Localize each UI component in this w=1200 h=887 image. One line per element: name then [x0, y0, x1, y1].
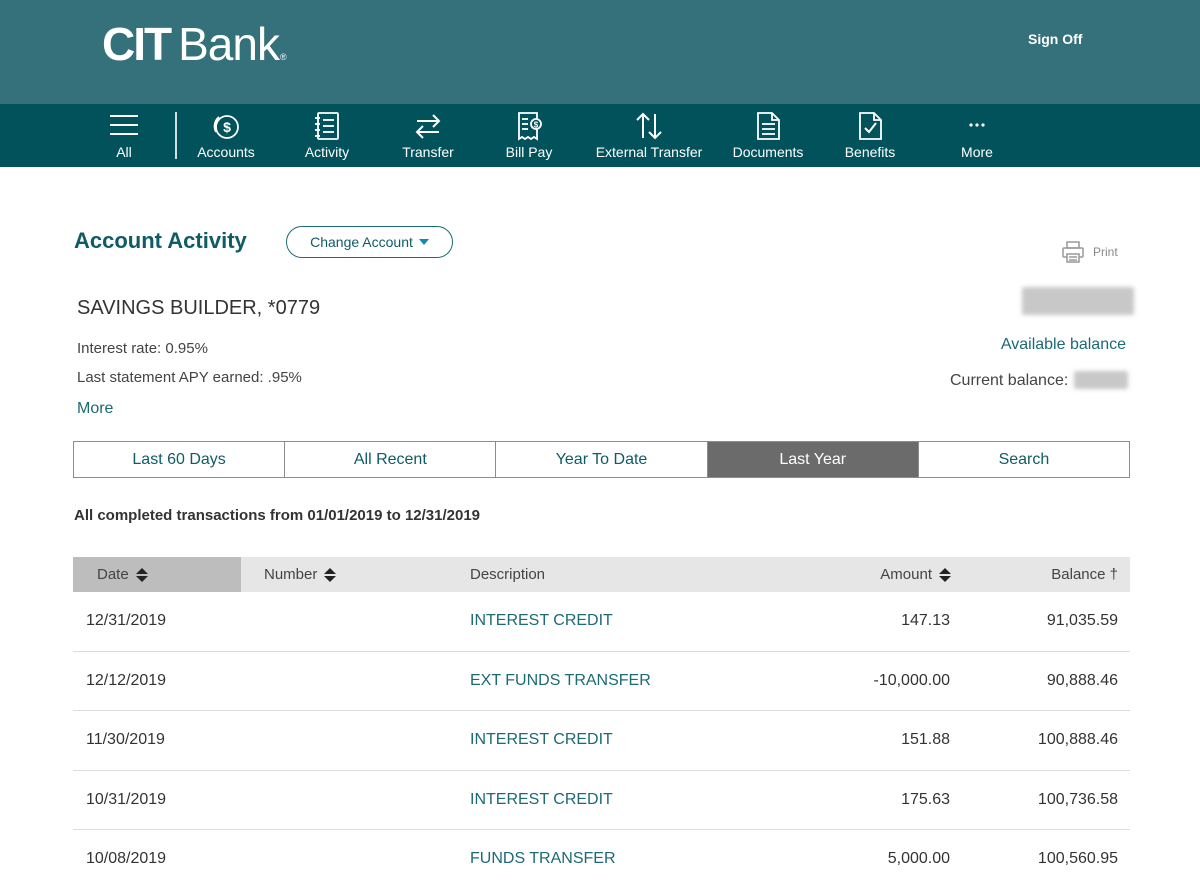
column-header-amount-label: Amount — [880, 566, 932, 583]
up-down-arrows-icon — [636, 112, 662, 140]
column-header-amount[interactable]: Amount — [833, 557, 951, 592]
nav-item-more[interactable]: More — [950, 104, 1004, 167]
table-row: 10/31/2019 INTEREST CREDIT 175.63 100,73… — [73, 771, 1130, 830]
cell-date: 12/12/2019 — [86, 671, 167, 689]
document-icon — [757, 112, 780, 140]
print-button[interactable]: Print — [1061, 240, 1118, 264]
tab-year-to-date[interactable]: Year To Date — [496, 442, 708, 477]
cell-amount: 5,000.00 — [887, 850, 950, 867]
change-account-label: Change Account — [310, 234, 413, 250]
nav-label-benefits: Benefits — [844, 144, 896, 160]
date-filter-tabs: Last 60 Days All Recent Year To Date Las… — [73, 441, 1130, 478]
dollar-coin-icon: $ — [213, 115, 239, 139]
sort-icon — [135, 567, 148, 582]
cell-amount: -10,000.00 — [873, 671, 950, 689]
current-balance-redacted — [1074, 371, 1128, 389]
nav-item-bill-pay[interactable]: $ Bill Pay — [500, 104, 558, 167]
cell-date: 11/30/2019 — [86, 731, 165, 748]
menu-icon — [110, 115, 138, 135]
sort-icon — [324, 567, 337, 582]
column-header-balance: Balance † — [973, 557, 1118, 592]
change-account-button[interactable]: Change Account — [286, 226, 453, 258]
table-row: 10/08/2019 FUNDS TRANSFER 5,000.00 100,5… — [73, 830, 1130, 887]
tab-last-year[interactable]: Last Year — [707, 442, 919, 477]
cit-bank-logo[interactable]: CIT Bank ® — [102, 18, 287, 70]
svg-text:$: $ — [223, 119, 231, 135]
nav-label-documents: Documents — [732, 144, 804, 160]
cell-balance: 100,560.95 — [1037, 850, 1118, 867]
transaction-range-text: All completed transactions from 01/01/20… — [74, 507, 481, 524]
transactions-table: Date Number Description Amount Balance †… — [73, 557, 1130, 887]
nav-label-activity: Activity — [304, 144, 350, 160]
svg-text:$: $ — [534, 121, 539, 130]
checked-document-icon — [859, 112, 882, 140]
nav-divider — [175, 112, 177, 159]
column-header-description-label: Description — [470, 566, 546, 583]
nav-label-bill-pay: Bill Pay — [505, 144, 553, 160]
cell-description[interactable]: INTEREST CREDIT — [470, 592, 613, 650]
table-row: 12/31/2019 INTEREST CREDIT 147.13 91,035… — [73, 592, 1130, 652]
nav-label-external-transfer: External Transfer — [595, 144, 703, 160]
cell-balance: 100,888.46 — [1037, 731, 1118, 748]
sign-off-link[interactable]: Sign Off — [1028, 31, 1082, 47]
cell-description[interactable]: EXT FUNDS TRANSFER — [470, 652, 651, 710]
ellipsis-icon — [969, 123, 985, 127]
nav-label-all: All — [116, 144, 132, 160]
notebook-icon — [315, 112, 339, 140]
account-name: SAVINGS BUILDER, *0779 — [77, 297, 321, 319]
nav-label-more: More — [961, 144, 993, 160]
cell-date: 12/31/2019 — [86, 612, 167, 629]
interest-rate: Interest rate: 0.95% — [77, 340, 208, 357]
available-balance-redacted — [1022, 287, 1134, 315]
column-header-date[interactable]: Date — [73, 557, 241, 592]
logo-cit-text: CIT — [102, 18, 172, 70]
nav-item-external-transfer[interactable]: External Transfer — [590, 104, 708, 167]
logo-bank-text: Bank — [178, 18, 280, 70]
cell-description[interactable]: FUNDS TRANSFER — [470, 830, 616, 887]
cell-description[interactable]: INTEREST CREDIT — [470, 711, 613, 769]
cell-amount: 147.13 — [901, 612, 950, 629]
cell-amount: 175.63 — [901, 790, 950, 808]
cell-date: 10/08/2019 — [86, 850, 167, 867]
nav-label-accounts: Accounts — [197, 144, 255, 160]
print-label: Print — [1093, 245, 1118, 259]
page-title: Account Activity — [74, 228, 247, 253]
caret-down-icon — [418, 239, 429, 245]
nav-item-all[interactable]: All — [94, 104, 154, 167]
cell-balance: 90,888.46 — [1046, 671, 1118, 689]
tab-search[interactable]: Search — [918, 442, 1130, 477]
tab-last-60-days[interactable]: Last 60 Days — [74, 442, 286, 477]
column-header-date-label: Date — [97, 566, 129, 583]
main-nav: All $ Accounts Activity Transfer $ Bill … — [0, 104, 1200, 167]
cell-balance: 91,035.59 — [1046, 612, 1118, 629]
table-header: Date Number Description Amount Balance † — [73, 557, 1130, 592]
tab-all-recent[interactable]: All Recent — [285, 442, 497, 477]
cell-description[interactable]: INTEREST CREDIT — [470, 771, 613, 829]
printer-icon — [1062, 241, 1084, 263]
nav-label-transfer: Transfer — [402, 144, 454, 160]
more-details-link[interactable]: More — [77, 400, 113, 418]
nav-item-documents[interactable]: Documents — [730, 104, 806, 167]
available-balance-link[interactable]: Available balance — [1001, 336, 1126, 354]
apy-earned: Last statement APY earned: .95% — [77, 369, 302, 386]
cell-balance: 100,736.58 — [1037, 790, 1118, 808]
column-header-number-label: Number — [264, 566, 318, 583]
column-header-number[interactable]: Number — [264, 557, 384, 592]
nav-item-transfer[interactable]: Transfer — [398, 104, 458, 167]
current-balance-label: Current balance: — [950, 372, 1069, 389]
column-header-balance-label: Balance † — [1051, 566, 1118, 583]
column-header-description: Description — [470, 557, 670, 592]
cell-date: 10/31/2019 — [86, 790, 167, 808]
logo-registered-mark: ® — [279, 52, 287, 62]
nav-item-accounts[interactable]: $ Accounts — [190, 104, 262, 167]
transfer-arrows-icon — [415, 114, 441, 139]
table-row: 12/12/2019 EXT FUNDS TRANSFER -10,000.00… — [73, 652, 1130, 711]
top-header: CIT Bank ® Sign Off — [0, 0, 1200, 104]
bill-icon: $ — [518, 112, 542, 141]
sort-icon — [939, 567, 951, 582]
cell-amount: 151.88 — [901, 731, 950, 748]
table-row: 11/30/2019 INTEREST CREDIT 151.88 100,88… — [73, 711, 1130, 771]
nav-item-activity[interactable]: Activity — [296, 104, 358, 167]
nav-item-benefits[interactable]: Benefits — [840, 104, 900, 167]
